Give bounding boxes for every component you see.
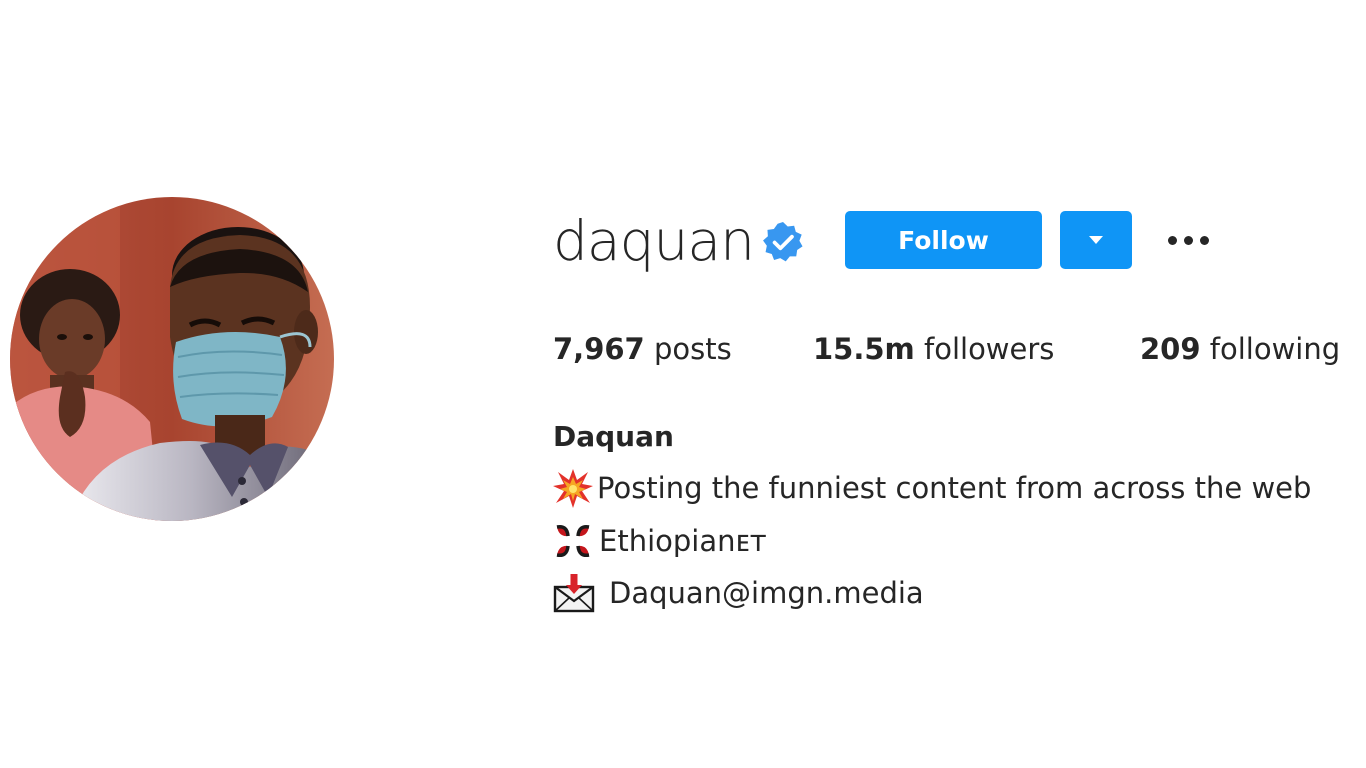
verified-badge-icon — [763, 222, 803, 262]
bio-text: Posting the funniest content from across… — [597, 471, 1312, 505]
bio-line: Ethiopianᴇᴛ — [553, 519, 767, 563]
caret-down-icon — [1089, 236, 1103, 244]
username-row: daquan — [553, 206, 755, 276]
following-count-value: 209 — [1140, 332, 1201, 366]
following-count[interactable]: 209 following — [1140, 329, 1340, 369]
profile-avatar[interactable] — [10, 197, 334, 521]
follow-button[interactable]: Follow — [845, 211, 1042, 269]
followers-count[interactable]: 15.5m followers — [813, 329, 1054, 369]
suggested-accounts-dropdown-button[interactable] — [1060, 211, 1132, 269]
posts-count: 7,967 posts — [553, 329, 732, 369]
posts-count-value: 7,967 — [553, 332, 645, 366]
bio-text[interactable]: Daquan@imgn.media — [609, 576, 924, 610]
following-count-label: following — [1209, 332, 1341, 366]
bio-text: Ethiopianᴇᴛ — [599, 524, 767, 558]
more-dots-icon — [1167, 235, 1177, 245]
anger-symbol-emoji-icon — [556, 524, 590, 558]
collision-emoji-icon — [553, 469, 593, 508]
profile-photo — [10, 197, 334, 521]
envelope-arrow-emoji-icon — [553, 574, 595, 613]
more-options-button[interactable] — [1160, 222, 1216, 258]
posts-count-label: posts — [653, 332, 732, 366]
username: daquan — [553, 208, 755, 273]
bio-line: Daquan@imgn.media — [553, 571, 924, 615]
bio-line: Posting the funniest content from across… — [553, 466, 1311, 510]
followers-count-value: 15.5m — [813, 332, 915, 366]
followers-count-label: followers — [924, 332, 1055, 366]
profile-full-name: Daquan — [553, 420, 674, 453]
profile-header: daquan Follow 7,967 posts 15.5m follower… — [0, 0, 1366, 768]
